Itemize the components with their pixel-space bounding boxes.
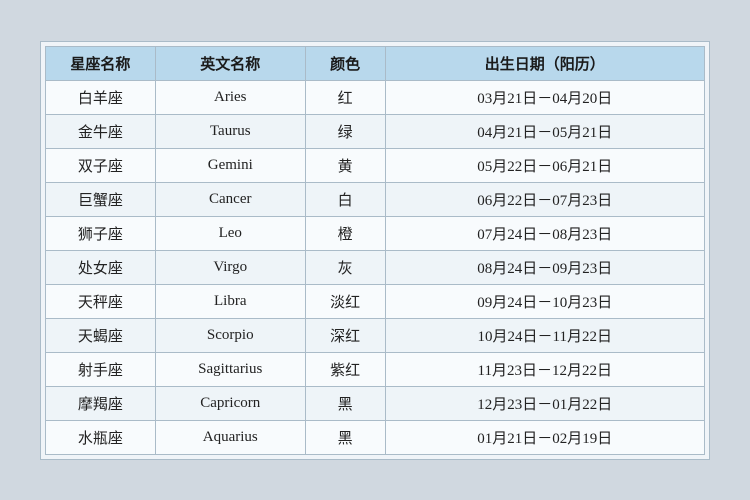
cell-english: Libra bbox=[155, 284, 305, 318]
cell-english: Gemini bbox=[155, 148, 305, 182]
cell-color: 绿 bbox=[305, 114, 385, 148]
table-row: 处女座Virgo灰08月24日－09月23日 bbox=[46, 250, 705, 284]
cell-color: 淡红 bbox=[305, 284, 385, 318]
cell-english: Scorpio bbox=[155, 318, 305, 352]
cell-date: 10月24日－11月22日 bbox=[385, 318, 704, 352]
cell-chinese: 巨蟹座 bbox=[46, 182, 156, 216]
cell-english: Leo bbox=[155, 216, 305, 250]
cell-date: 05月22日－06月21日 bbox=[385, 148, 704, 182]
cell-color: 深红 bbox=[305, 318, 385, 352]
table-row: 天蝎座Scorpio深红10月24日－11月22日 bbox=[46, 318, 705, 352]
table-row: 金牛座Taurus绿04月21日－05月21日 bbox=[46, 114, 705, 148]
cell-english: Virgo bbox=[155, 250, 305, 284]
cell-color: 灰 bbox=[305, 250, 385, 284]
cell-date: 01月21日－02月19日 bbox=[385, 420, 704, 454]
cell-english: Capricorn bbox=[155, 386, 305, 420]
cell-chinese: 摩羯座 bbox=[46, 386, 156, 420]
cell-color: 橙 bbox=[305, 216, 385, 250]
cell-english: Taurus bbox=[155, 114, 305, 148]
cell-chinese: 金牛座 bbox=[46, 114, 156, 148]
table-row: 双子座Gemini黄05月22日－06月21日 bbox=[46, 148, 705, 182]
table-row: 巨蟹座Cancer白06月22日－07月23日 bbox=[46, 182, 705, 216]
cell-chinese: 处女座 bbox=[46, 250, 156, 284]
table-row: 狮子座Leo橙07月24日－08月23日 bbox=[46, 216, 705, 250]
table-row: 白羊座Aries红03月21日－04月20日 bbox=[46, 80, 705, 114]
table-row: 水瓶座Aquarius黑01月21日－02月19日 bbox=[46, 420, 705, 454]
header-date: 出生日期（阳历） bbox=[385, 46, 704, 80]
cell-date: 03月21日－04月20日 bbox=[385, 80, 704, 114]
table-row: 天秤座Libra淡红09月24日－10月23日 bbox=[46, 284, 705, 318]
cell-chinese: 水瓶座 bbox=[46, 420, 156, 454]
cell-chinese: 射手座 bbox=[46, 352, 156, 386]
cell-english: Aquarius bbox=[155, 420, 305, 454]
cell-color: 黑 bbox=[305, 420, 385, 454]
header-english: 英文名称 bbox=[155, 46, 305, 80]
table-row: 摩羯座Capricorn黑12月23日－01月22日 bbox=[46, 386, 705, 420]
cell-english: Sagittarius bbox=[155, 352, 305, 386]
cell-english: Aries bbox=[155, 80, 305, 114]
cell-chinese: 天秤座 bbox=[46, 284, 156, 318]
cell-date: 11月23日－12月22日 bbox=[385, 352, 704, 386]
cell-color: 紫红 bbox=[305, 352, 385, 386]
cell-date: 08月24日－09月23日 bbox=[385, 250, 704, 284]
table-row: 射手座Sagittarius紫红11月23日－12月22日 bbox=[46, 352, 705, 386]
header-chinese: 星座名称 bbox=[46, 46, 156, 80]
cell-date: 07月24日－08月23日 bbox=[385, 216, 704, 250]
cell-english: Cancer bbox=[155, 182, 305, 216]
cell-date: 09月24日－10月23日 bbox=[385, 284, 704, 318]
zodiac-table-container: 星座名称 英文名称 颜色 出生日期（阳历） 白羊座Aries红03月21日－04… bbox=[40, 41, 710, 460]
cell-chinese: 双子座 bbox=[46, 148, 156, 182]
cell-date: 04月21日－05月21日 bbox=[385, 114, 704, 148]
zodiac-table: 星座名称 英文名称 颜色 出生日期（阳历） 白羊座Aries红03月21日－04… bbox=[45, 46, 705, 455]
cell-chinese: 狮子座 bbox=[46, 216, 156, 250]
cell-color: 黄 bbox=[305, 148, 385, 182]
cell-date: 12月23日－01月22日 bbox=[385, 386, 704, 420]
cell-color: 黑 bbox=[305, 386, 385, 420]
cell-color: 红 bbox=[305, 80, 385, 114]
cell-chinese: 天蝎座 bbox=[46, 318, 156, 352]
table-header-row: 星座名称 英文名称 颜色 出生日期（阳历） bbox=[46, 46, 705, 80]
cell-chinese: 白羊座 bbox=[46, 80, 156, 114]
header-color: 颜色 bbox=[305, 46, 385, 80]
cell-date: 06月22日－07月23日 bbox=[385, 182, 704, 216]
cell-color: 白 bbox=[305, 182, 385, 216]
